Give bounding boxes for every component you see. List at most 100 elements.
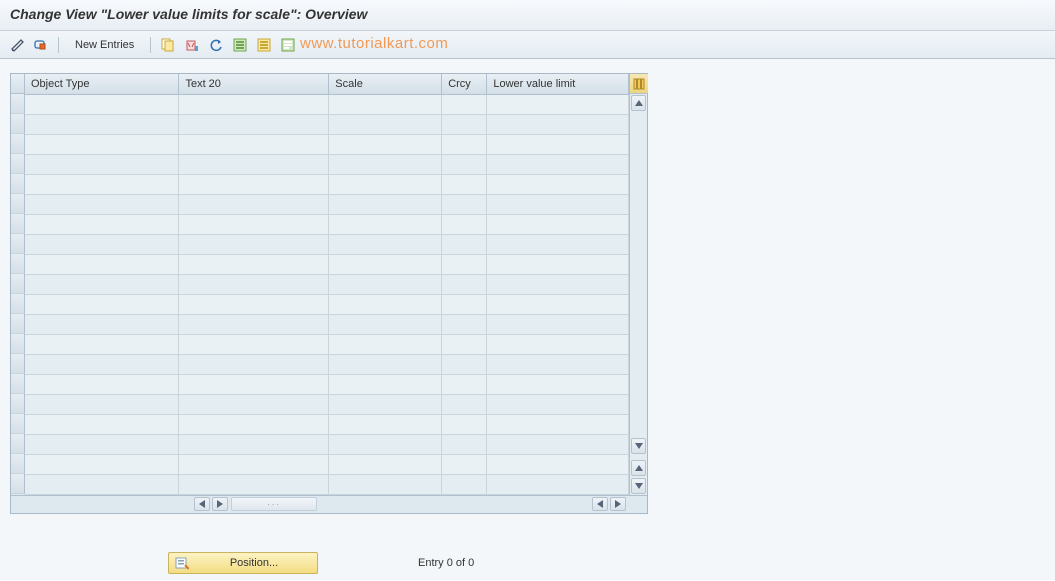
table-cell[interactable] bbox=[25, 334, 179, 354]
copy-icon[interactable] bbox=[159, 36, 177, 54]
table-cell[interactable] bbox=[25, 134, 179, 154]
table-cell[interactable] bbox=[442, 254, 487, 274]
table-cell[interactable] bbox=[442, 274, 487, 294]
table-cell[interactable] bbox=[329, 254, 442, 274]
table-cell[interactable] bbox=[179, 154, 329, 174]
table-cell[interactable] bbox=[25, 434, 179, 454]
scroll-down-secondary-button[interactable] bbox=[631, 478, 646, 494]
table-cell[interactable] bbox=[487, 314, 629, 334]
table-cell[interactable] bbox=[442, 354, 487, 374]
table-cell[interactable] bbox=[487, 434, 629, 454]
table-cell[interactable] bbox=[329, 414, 442, 434]
column-header[interactable]: Object Type bbox=[25, 74, 179, 94]
row-selector[interactable] bbox=[11, 434, 25, 454]
column-header[interactable]: Scale bbox=[329, 74, 442, 94]
row-selector[interactable] bbox=[11, 354, 25, 374]
column-header[interactable]: Text 20 bbox=[179, 74, 329, 94]
table-cell[interactable] bbox=[329, 454, 442, 474]
deselect-all-icon[interactable] bbox=[255, 36, 273, 54]
table-cell[interactable] bbox=[179, 234, 329, 254]
table-cell[interactable] bbox=[487, 414, 629, 434]
table-cell[interactable] bbox=[329, 374, 442, 394]
table-cell[interactable] bbox=[329, 314, 442, 334]
table-cell[interactable] bbox=[442, 234, 487, 254]
row-selector[interactable] bbox=[11, 294, 25, 314]
table-row[interactable] bbox=[25, 474, 629, 494]
delete-icon[interactable] bbox=[183, 36, 201, 54]
scroll-track[interactable] bbox=[631, 112, 646, 437]
print-icon[interactable] bbox=[279, 36, 297, 54]
table-cell[interactable] bbox=[442, 154, 487, 174]
table-row[interactable] bbox=[25, 394, 629, 414]
table-cell[interactable] bbox=[329, 294, 442, 314]
table-cell[interactable] bbox=[329, 94, 442, 114]
table-cell[interactable] bbox=[487, 334, 629, 354]
table-row[interactable] bbox=[25, 374, 629, 394]
row-selector[interactable] bbox=[11, 154, 25, 174]
table-cell[interactable] bbox=[487, 354, 629, 374]
table-cell[interactable] bbox=[442, 314, 487, 334]
row-selector[interactable] bbox=[11, 314, 25, 334]
table-cell[interactable] bbox=[25, 94, 179, 114]
table-cell[interactable] bbox=[487, 294, 629, 314]
table-cell[interactable] bbox=[487, 374, 629, 394]
table-cell[interactable] bbox=[487, 174, 629, 194]
table-cell[interactable] bbox=[179, 114, 329, 134]
table-cell[interactable] bbox=[329, 274, 442, 294]
row-selector[interactable] bbox=[11, 334, 25, 354]
row-selector[interactable] bbox=[11, 94, 25, 114]
table-cell[interactable] bbox=[329, 194, 442, 214]
row-selector[interactable] bbox=[11, 254, 25, 274]
table-cell[interactable] bbox=[442, 434, 487, 454]
table-cell[interactable] bbox=[329, 174, 442, 194]
table-cell[interactable] bbox=[329, 114, 442, 134]
table-cell[interactable] bbox=[179, 474, 329, 494]
table-row[interactable] bbox=[25, 434, 629, 454]
table-cell[interactable] bbox=[487, 274, 629, 294]
select-all-icon[interactable] bbox=[231, 36, 249, 54]
table-cell[interactable] bbox=[442, 114, 487, 134]
table-cell[interactable] bbox=[442, 454, 487, 474]
table-cell[interactable] bbox=[25, 394, 179, 414]
table-cell[interactable] bbox=[179, 194, 329, 214]
row-selector[interactable] bbox=[11, 214, 25, 234]
configure-columns-icon[interactable] bbox=[630, 74, 648, 94]
table-cell[interactable] bbox=[179, 314, 329, 334]
row-selector[interactable] bbox=[11, 454, 25, 474]
table-cell[interactable] bbox=[487, 154, 629, 174]
table-cell[interactable] bbox=[179, 134, 329, 154]
select-all-corner[interactable] bbox=[11, 74, 25, 94]
scroll-right-button[interactable] bbox=[212, 497, 228, 511]
table-cell[interactable] bbox=[442, 374, 487, 394]
table-cell[interactable] bbox=[487, 194, 629, 214]
table-cell[interactable] bbox=[442, 194, 487, 214]
table-cell[interactable] bbox=[25, 174, 179, 194]
table-cell[interactable] bbox=[25, 354, 179, 374]
table-cell[interactable] bbox=[442, 214, 487, 234]
table-row[interactable] bbox=[25, 454, 629, 474]
column-header[interactable]: Crcy bbox=[442, 74, 487, 94]
table-cell[interactable] bbox=[442, 474, 487, 494]
table-cell[interactable] bbox=[179, 294, 329, 314]
table-cell[interactable] bbox=[25, 254, 179, 274]
table-cell[interactable] bbox=[25, 114, 179, 134]
table-cell[interactable] bbox=[487, 94, 629, 114]
table-row[interactable] bbox=[25, 294, 629, 314]
table-cell[interactable] bbox=[442, 394, 487, 414]
table-row[interactable] bbox=[25, 154, 629, 174]
table-cell[interactable] bbox=[329, 214, 442, 234]
table-row[interactable] bbox=[25, 254, 629, 274]
table-cell[interactable] bbox=[329, 234, 442, 254]
table-cell[interactable] bbox=[179, 434, 329, 454]
row-selector[interactable] bbox=[11, 194, 25, 214]
table-cell[interactable] bbox=[487, 134, 629, 154]
hscroll-thumb[interactable]: ∙∙∙ bbox=[231, 497, 317, 511]
table-cell[interactable] bbox=[329, 394, 442, 414]
table-row[interactable] bbox=[25, 274, 629, 294]
row-selector[interactable] bbox=[11, 414, 25, 434]
table-cell[interactable] bbox=[179, 174, 329, 194]
table-cell[interactable] bbox=[25, 234, 179, 254]
table-cell[interactable] bbox=[329, 334, 442, 354]
row-selector[interactable] bbox=[11, 174, 25, 194]
table-row[interactable] bbox=[25, 234, 629, 254]
